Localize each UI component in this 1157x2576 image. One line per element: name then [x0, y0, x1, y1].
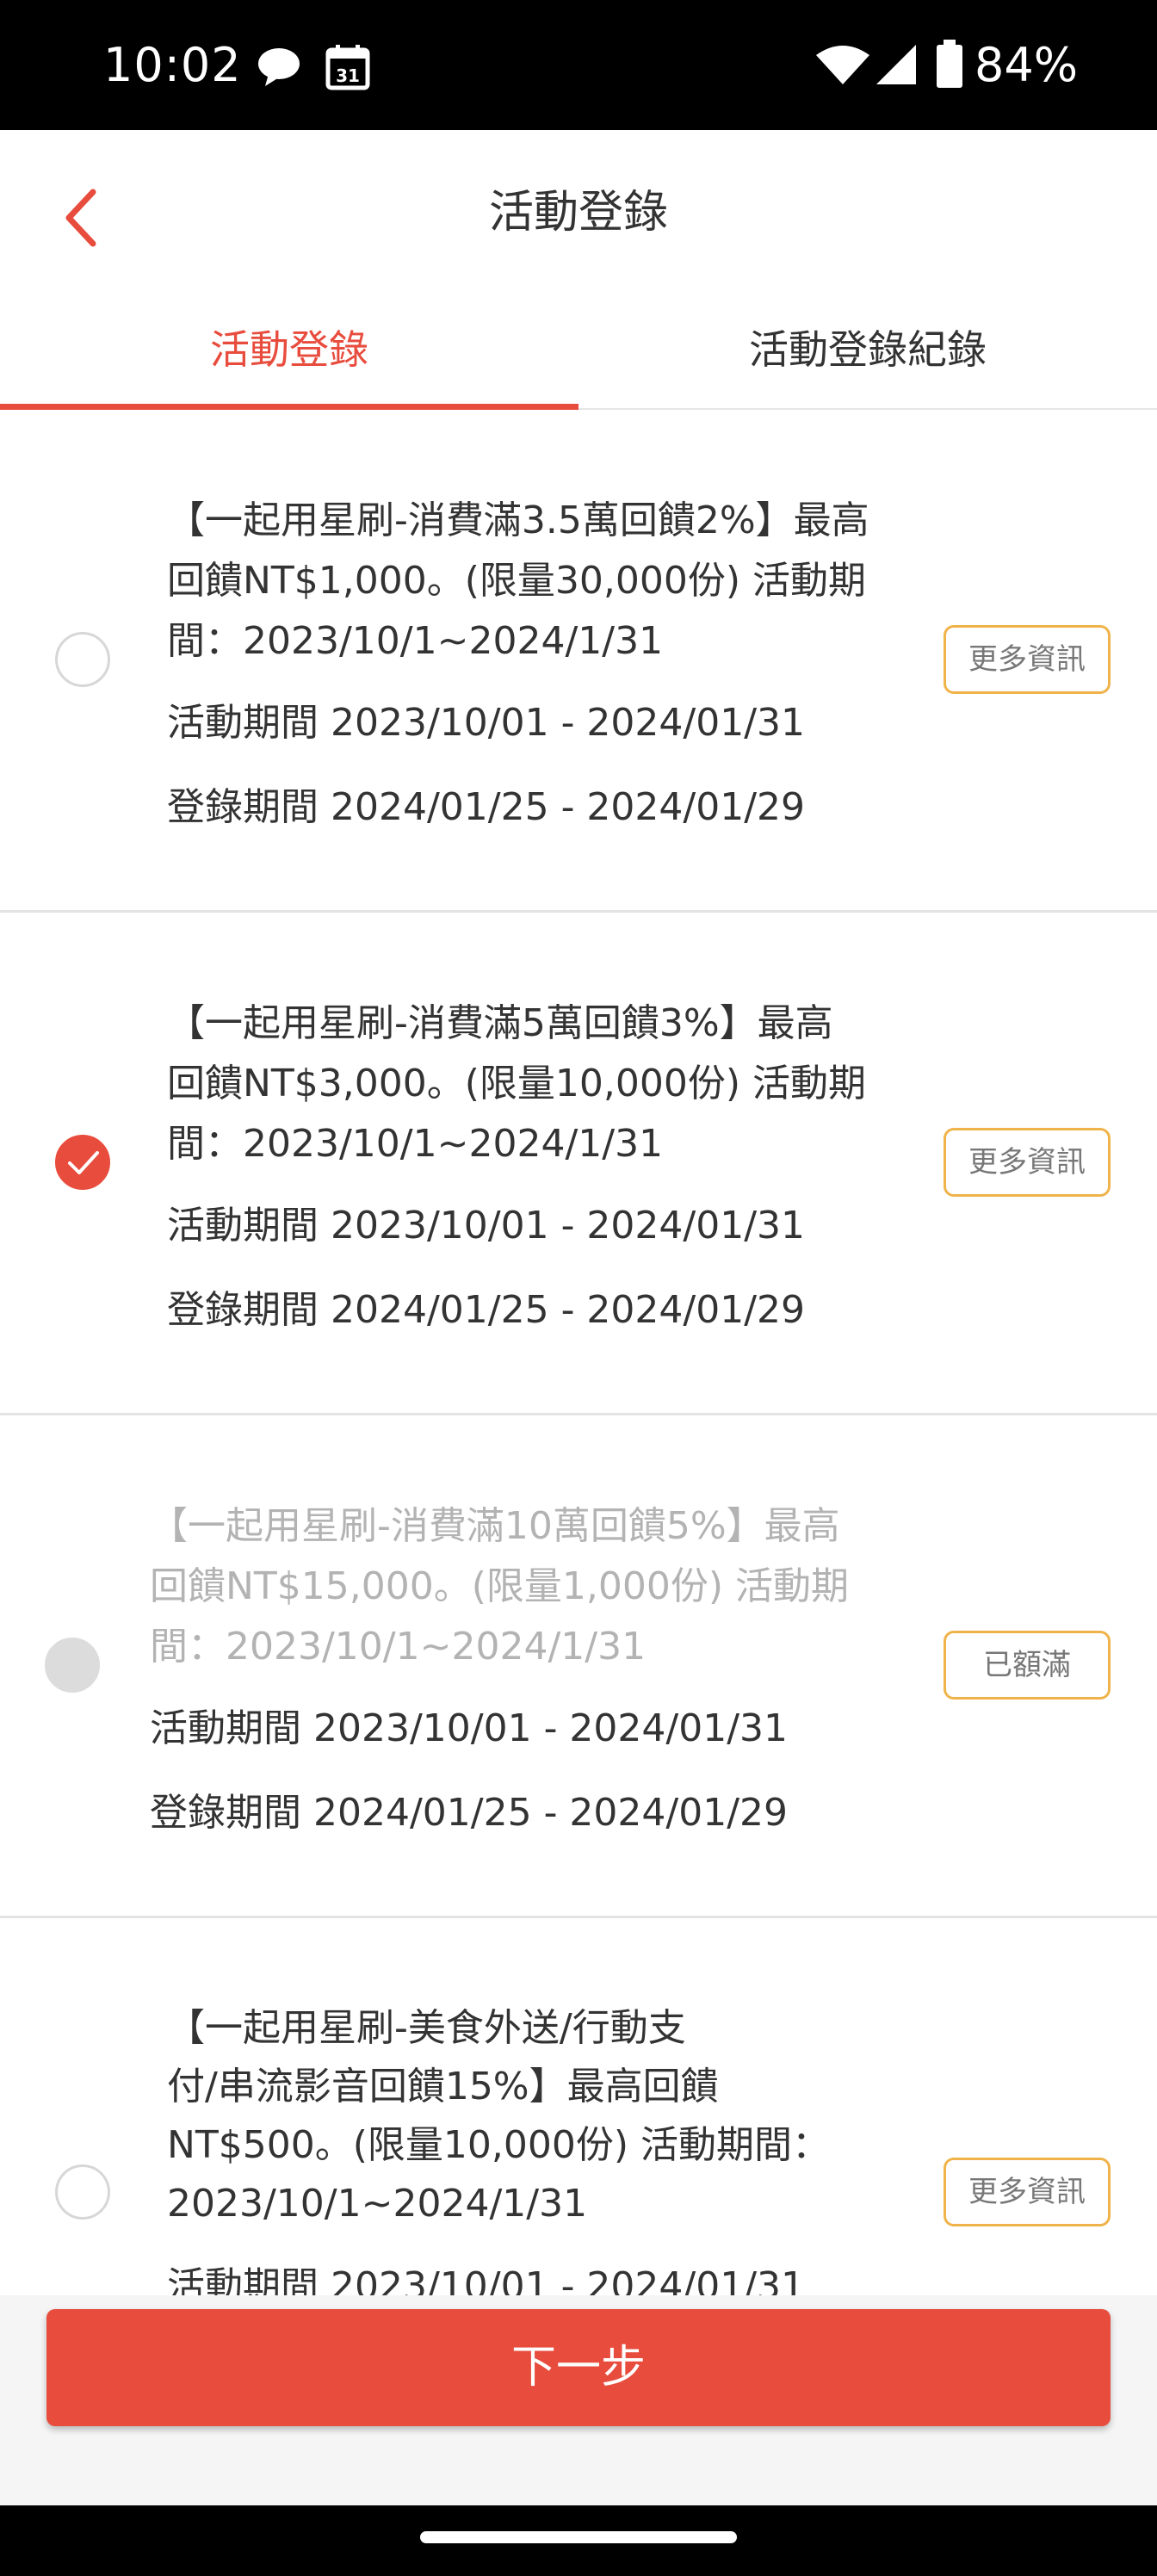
more-info-button[interactable]: 更多資訊 [944, 2158, 1111, 2226]
registration-period: 登錄期間 2024/01/25 - 2024/01/29 [167, 785, 806, 829]
campaign-item[interactable]: 【一起用星刷-消費滿3.5萬回饋2%】最高 回饋NT$1,000。(限量30,0… [0, 410, 1157, 913]
active-tab-indicator [0, 404, 578, 410]
campaign-title-line: 間：2023/10/1~2024/1/31 [167, 619, 664, 663]
cellular-signal-icon [875, 43, 918, 90]
campaign-title: 【一起用星刷-美食外送/行動支 付/串流影音回饋15%】最高回饋 NT$500。… [167, 1999, 925, 2233]
campaign-title-line: 【一起用星刷-美食外送/行動支 [167, 2006, 686, 2050]
campaign-radio[interactable] [55, 632, 110, 687]
campaign-title-line: 【一起用星刷-消費滿3.5萬回饋2%】最高 [167, 498, 869, 542]
campaign-item[interactable]: 【一起用星刷-消費滿5萬回饋3%】最高 回饋NT$3,000。(限量10,000… [0, 913, 1157, 1415]
home-indicator[interactable] [420, 2531, 737, 2543]
status-time: 10:02 [103, 38, 242, 92]
campaign-radio-disabled [45, 1638, 100, 1693]
campaign-title-line: 【一起用星刷-消費滿5萬回饋3%】最高 [167, 1001, 833, 1045]
campaign-title-line: 間：2023/10/1~2024/1/31 [150, 1625, 647, 1669]
next-step-button[interactable]: 下一步 [46, 2309, 1111, 2426]
registration-period: 登錄期間 2024/01/25 - 2024/01/29 [167, 1288, 806, 1332]
campaign-item[interactable]: 【一起用星刷-美食外送/行動支 付/串流影音回饋15%】最高回饋 NT$500。… [0, 1918, 1157, 2295]
checkmark-icon [68, 1151, 99, 1174]
more-info-button[interactable]: 更多資訊 [944, 1128, 1111, 1197]
activity-period: 活動期間 2023/10/01 - 2024/01/31 [167, 1204, 806, 1248]
battery-icon [935, 40, 964, 93]
campaign-title-line: 回饋NT$3,000。(限量10,000份) 活動期 [167, 1062, 867, 1105]
app-screen: 10:02 31 84% 活動登錄 活動登錄 活動登錄紀錄 【一起用星刷-消費滿… [0, 0, 1157, 2576]
app-header: 活動登錄 [0, 130, 1157, 294]
tab-activity-registration[interactable]: 活動登錄 [0, 294, 578, 410]
campaign-title: 【一起用星刷-消費滿10萬回饋5%】最高 回饋NT$15,000。(限量1,00… [150, 1496, 907, 1677]
bottom-action-bar: 下一步 [0, 2295, 1157, 2505]
campaign-title-line: 2023/10/1~2024/1/31 [167, 2182, 588, 2226]
campaign-item-full: 【一起用星刷-消費滿10萬回饋5%】最高 回饋NT$15,000。(限量1,00… [0, 1415, 1157, 1918]
campaign-title-line: 回饋NT$15,000。(限量1,000份) 活動期 [150, 1564, 850, 1608]
tab-registration-history[interactable]: 活動登錄紀錄 [578, 294, 1157, 410]
battery-percentage: 84% [974, 38, 1079, 92]
activity-period: 活動期間 2023/10/01 - 2024/01/31 [150, 1706, 789, 1750]
campaign-list: 【一起用星刷-消費滿3.5萬回饋2%】最高 回饋NT$1,000。(限量30,0… [0, 410, 1157, 2295]
calendar-icon: 31 [325, 43, 370, 95]
activity-period: 活動期間 2023/10/01 - 2024/01/31 [167, 701, 806, 745]
campaign-title-line: 間：2023/10/1~2024/1/31 [167, 1122, 664, 1166]
campaign-radio[interactable] [55, 2164, 110, 2220]
system-navigation-bar [0, 2505, 1157, 2576]
page-title: 活動登錄 [488, 187, 668, 238]
campaign-radio-checked[interactable] [55, 1135, 110, 1190]
status-bar: 10:02 31 84% [0, 0, 1157, 130]
campaign-title-line: 回饋NT$1,000。(限量30,000份) 活動期 [167, 559, 867, 603]
campaign-title-line: 付/串流影音回饋15%】最高回饋 [167, 2065, 719, 2108]
calendar-day-text: 31 [336, 65, 360, 86]
chat-bubble-icon [257, 46, 301, 91]
tab-bar: 活動登錄 活動登錄紀錄 [0, 294, 1157, 410]
wifi-icon [814, 43, 871, 90]
campaign-title-line: NT$500。(限量10,000份) 活動期間： [167, 2123, 831, 2167]
quota-full-badge: 已額滿 [944, 1631, 1111, 1700]
more-info-button[interactable]: 更多資訊 [944, 625, 1111, 694]
activity-period: 活動期間 2023/10/01 - 2024/01/31 [167, 2264, 806, 2295]
campaign-title: 【一起用星刷-消費滿3.5萬回饋2%】最高 回饋NT$1,000。(限量30,0… [167, 491, 925, 672]
campaign-title: 【一起用星刷-消費滿5萬回饋3%】最高 回饋NT$3,000。(限量10,000… [167, 994, 925, 1174]
registration-period: 登錄期間 2024/01/25 - 2024/01/29 [150, 1791, 789, 1835]
campaign-title-line: 【一起用星刷-消費滿10萬回饋5%】最高 [150, 1504, 840, 1548]
